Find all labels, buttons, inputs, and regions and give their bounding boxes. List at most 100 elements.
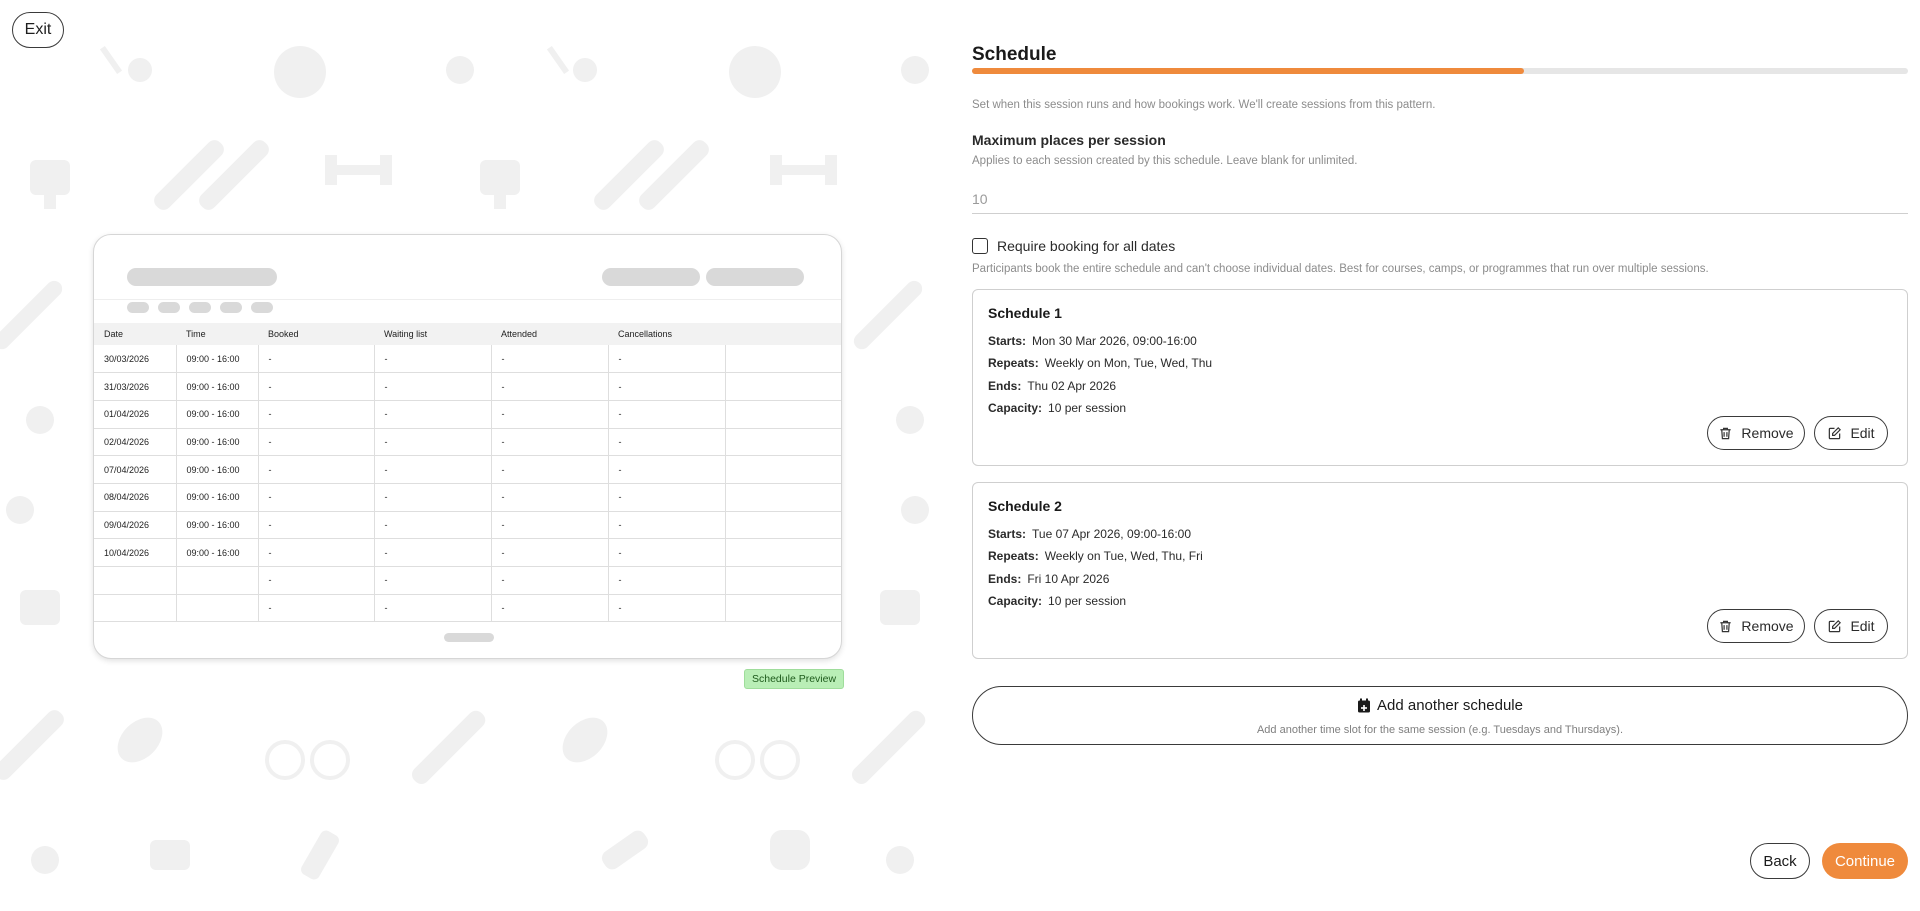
max-places-label: Maximum places per session (972, 132, 1166, 148)
column-header-booked: Booked (258, 323, 374, 345)
schedule-card: Schedule 1 Starts: Mon 30 Mar 2026, 09:00… (972, 289, 1908, 466)
edit-schedule-button[interactable]: Edit (1814, 609, 1888, 643)
cell-cancellations: - (608, 483, 726, 512)
table-row: 30/03/2026 09:00 - 16:00- - - - (94, 345, 841, 374)
cell-date: 02/04/2026 (94, 428, 177, 457)
preview-sessions-table: Date Time Booked Waiting list Attended C… (94, 323, 841, 623)
edit-icon (1829, 619, 1842, 632)
trash-icon (1720, 620, 1732, 632)
repeats-label: Repeats: (988, 549, 1039, 563)
cell-waiting-list: - (374, 345, 492, 374)
add-schedule-hint: Add another time slot for the same sessi… (1256, 724, 1624, 736)
capacity-label: Capacity: (988, 401, 1043, 415)
calendar-plus-icon (1358, 698, 1371, 713)
table-row: ---- (94, 566, 841, 595)
schedule-capacity: Capacity: 10 per session (988, 594, 1126, 608)
cell-attended: - (491, 455, 609, 484)
remove-label: Remove (1741, 618, 1794, 634)
table-row: 07/04/2026 09:00 - 16:00- - - - (94, 455, 841, 484)
cell-date: 10/04/2026 (94, 538, 177, 567)
cell-time (176, 566, 259, 595)
cell-time: 09:00 - 16:00 (176, 538, 259, 567)
ends-label: Ends: (988, 572, 1022, 586)
exit-button[interactable]: Exit (12, 12, 64, 48)
schedule-capacity: Capacity: 10 per session (988, 401, 1126, 415)
cell-attended: - (491, 511, 609, 540)
table-row: 02/04/2026 09:00 - 16:00- - - - (94, 428, 841, 457)
table-row: 08/04/2026 09:00 - 16:00- - - - (94, 483, 841, 512)
cell-attended: - (491, 428, 609, 457)
remove-schedule-button[interactable]: Remove (1707, 416, 1805, 450)
cell-empty (725, 483, 841, 512)
cell-waiting-list: - (374, 511, 492, 540)
cell-booked: - (258, 428, 375, 457)
page-title: Schedule (972, 44, 1057, 65)
schedule-title: Schedule 1 (988, 305, 1062, 321)
cell-time: 09:00 - 16:00 (176, 455, 259, 484)
schedule-card: Schedule 2 Starts: Tue 07 Apr 2026, 09:00… (972, 482, 1908, 659)
require-booking-hint: Participants book the entire schedule an… (972, 263, 1709, 275)
schedule-repeats: Repeats: Weekly on Mon, Tue, Wed, Thu (988, 356, 1212, 370)
cell-waiting-list: - (374, 428, 492, 457)
remove-schedule-button[interactable]: Remove (1707, 609, 1805, 643)
continue-button[interactable]: Continue (1822, 843, 1908, 879)
repeats-label: Repeats: (988, 356, 1039, 370)
edit-label: Edit (1850, 425, 1875, 441)
cell-waiting-list: - (374, 372, 492, 401)
table-row: 09/04/2026 09:00 - 16:00- - - - (94, 511, 841, 540)
cell-time: 09:00 - 16:00 (176, 511, 259, 540)
add-schedule-main: Add another schedule (973, 697, 1907, 714)
schedule-repeats: Repeats: Weekly on Tue, Wed, Thu, Fri (988, 549, 1203, 563)
max-places-hint: Applies to each session created by this … (972, 155, 1358, 167)
skeleton-tab (251, 302, 273, 313)
table-row: 31/03/2026 09:00 - 16:00- - - - (94, 372, 841, 401)
cell-empty (725, 566, 841, 595)
schedule-ends: Ends: Fri 10 Apr 2026 (988, 572, 1109, 586)
edit-icon (1829, 426, 1842, 439)
progress-bar (972, 68, 1908, 74)
skeleton-button (706, 268, 804, 286)
cell-attended: - (491, 594, 609, 623)
skeleton-tab (220, 302, 242, 313)
preview-panel: Exit Date Time Booked Waiting list Atten… (0, 0, 935, 911)
column-header-date: Date (94, 323, 176, 345)
schedule-starts: Starts: Mon 30 Mar 2026, 09:00-16:00 (988, 334, 1197, 348)
cell-time: 09:00 - 16:00 (176, 345, 259, 374)
add-schedule-button[interactable]: Add another schedule Add another time sl… (972, 686, 1908, 745)
cell-time: 09:00 - 16:00 (176, 483, 259, 512)
capacity-value: 10 per session (1048, 401, 1127, 415)
cell-booked: - (258, 455, 375, 484)
edit-label: Edit (1850, 618, 1875, 634)
cell-waiting-list: - (374, 594, 492, 623)
cell-waiting-list: - (374, 538, 492, 567)
add-schedule-label: Add another schedule (1377, 697, 1523, 714)
capacity-value: 10 per session (1048, 594, 1127, 608)
require-booking-label[interactable]: Require booking for all dates (997, 238, 1175, 254)
intro-text: Set when this session runs and how booki… (972, 99, 1436, 111)
table-header-row: Date Time Booked Waiting list Attended C… (94, 323, 841, 345)
edit-schedule-button[interactable]: Edit (1814, 416, 1888, 450)
cell-empty (725, 428, 841, 457)
skeleton-button (602, 268, 700, 286)
cell-waiting-list: - (374, 566, 492, 595)
cell-attended: - (491, 400, 609, 429)
cell-date: 31/03/2026 (94, 372, 177, 401)
cell-booked: - (258, 372, 375, 401)
starts-value: Mon 30 Mar 2026, 09:00-16:00 (1032, 334, 1197, 348)
schedule-preview-badge: Schedule Preview (744, 669, 845, 689)
skeleton-title (127, 268, 277, 286)
cell-waiting-list: - (374, 483, 492, 512)
max-places-input[interactable] (972, 184, 1908, 214)
require-booking-row[interactable]: Require booking for all dates (972, 238, 1175, 254)
cell-cancellations: - (608, 345, 726, 374)
cell-cancellations: - (608, 511, 726, 540)
remove-label: Remove (1741, 425, 1794, 441)
back-button[interactable]: Back (1750, 843, 1810, 879)
starts-label: Starts: (988, 334, 1027, 348)
cell-empty (725, 400, 841, 429)
column-header-attended: Attended (491, 323, 608, 345)
cell-time: 09:00 - 16:00 (176, 428, 259, 457)
require-booking-checkbox[interactable] (972, 238, 988, 254)
cell-date (94, 566, 177, 595)
cell-empty (725, 455, 841, 484)
